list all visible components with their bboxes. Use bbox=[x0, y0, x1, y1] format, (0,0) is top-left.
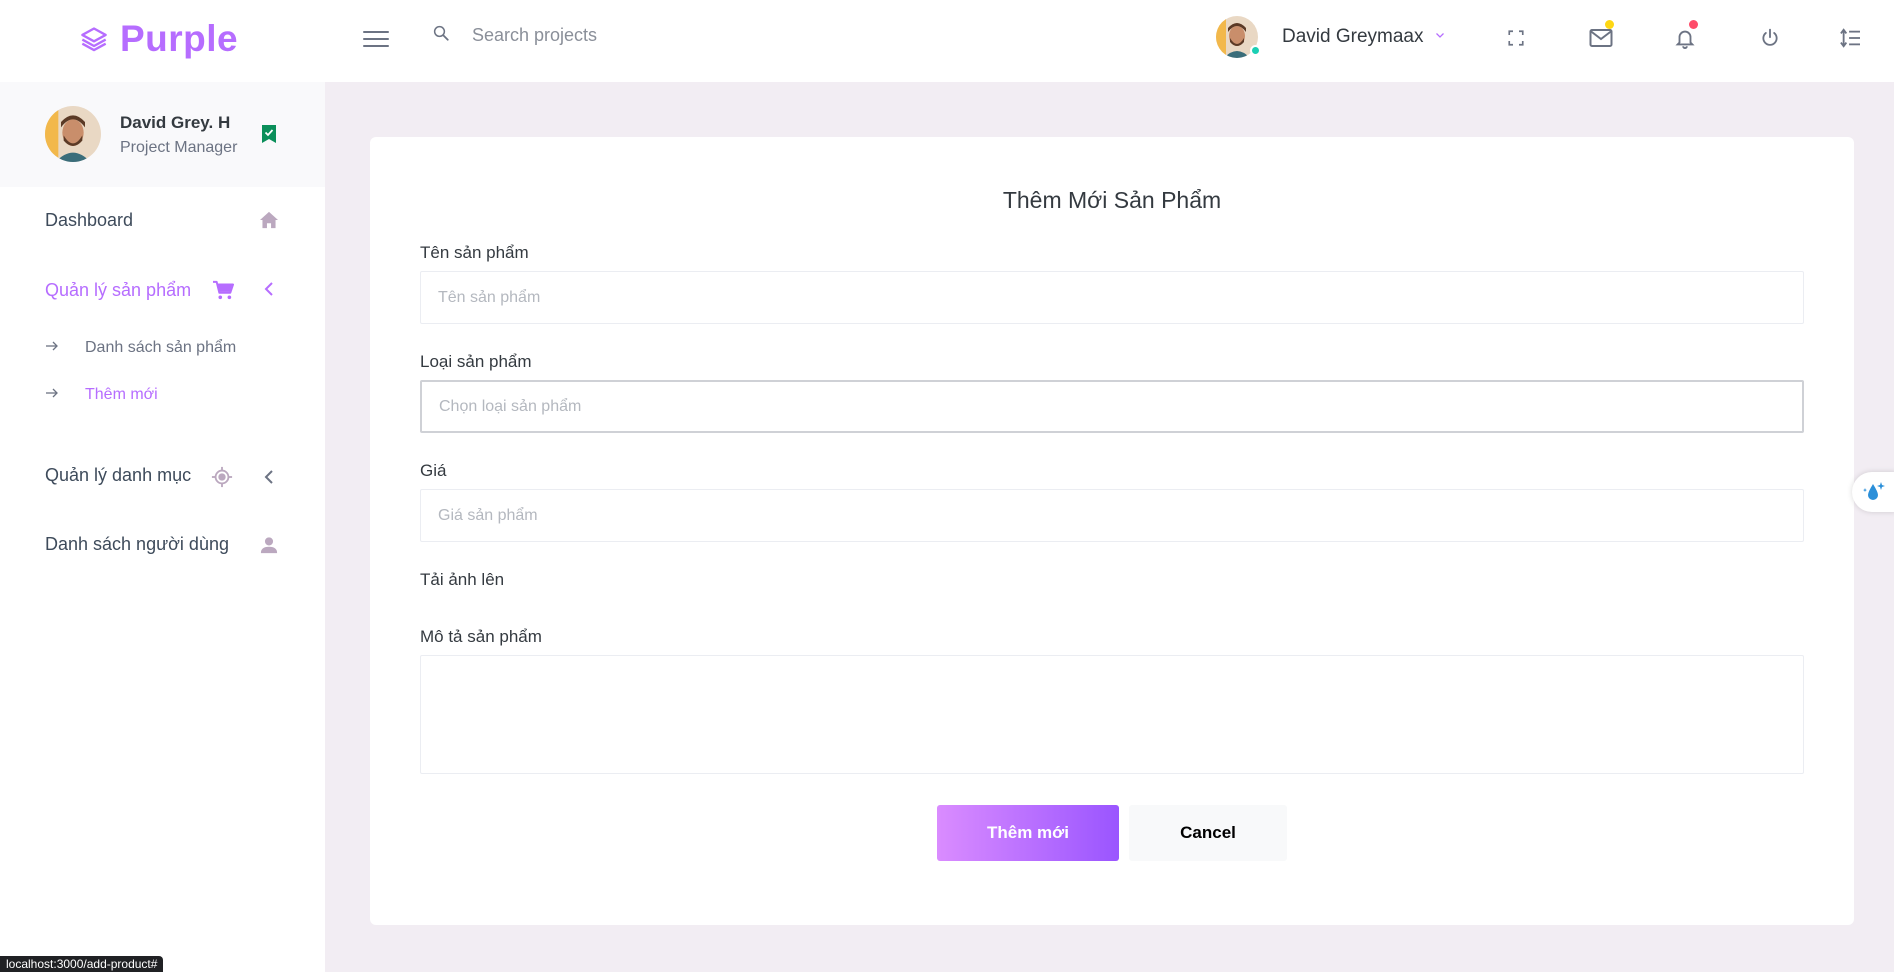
cancel-button[interactable]: Cancel bbox=[1129, 805, 1287, 861]
description-label: Mô tả sản phẩm bbox=[420, 627, 542, 646]
sidebar-profile-name: David Grey. H bbox=[120, 113, 231, 132]
user-profile-dropdown[interactable]: David Greymaax bbox=[1216, 16, 1446, 58]
home-icon bbox=[259, 211, 279, 234]
top-navbar: Purple David Greymaax bbox=[0, 0, 1894, 82]
product-name-label: Tên sản phẩm bbox=[420, 243, 529, 262]
product-type-label: Loại sản phẩm bbox=[420, 352, 532, 371]
layers-icon bbox=[80, 25, 108, 53]
description-textarea[interactable] bbox=[420, 655, 1804, 774]
upload-image-label[interactable]: Tải ảnh lên bbox=[420, 570, 504, 590]
search-bar bbox=[432, 24, 772, 47]
mail-icon[interactable] bbox=[1587, 20, 1615, 52]
browser-status-url: localhost:3000/add-product# bbox=[0, 956, 164, 972]
sidebar-item-users[interactable]: Danh sách người dùng bbox=[45, 534, 229, 555]
sidebar-subitem-add-new[interactable]: Thêm mới bbox=[45, 386, 158, 404]
power-icon[interactable] bbox=[1756, 24, 1784, 52]
sidebar-avatar bbox=[45, 106, 101, 162]
profile-name: David Greymaax bbox=[1282, 26, 1424, 47]
bookmark-check-icon bbox=[262, 125, 276, 148]
sidebar-item-label: Quản lý danh mục bbox=[45, 465, 192, 485]
arrow-right-icon bbox=[45, 386, 59, 404]
crosshairs-icon bbox=[211, 466, 233, 493]
chevron-left-icon[interactable] bbox=[263, 282, 275, 301]
online-status-dot bbox=[1250, 45, 1261, 56]
fullscreen-icon[interactable] bbox=[1502, 24, 1530, 52]
account-icon bbox=[259, 536, 279, 559]
arrow-right-icon bbox=[45, 339, 59, 357]
form-title: Thêm Mới Sản Phẩm bbox=[1002, 187, 1222, 213]
search-icon bbox=[432, 24, 450, 47]
submit-button[interactable]: Thêm mới bbox=[937, 805, 1119, 861]
cart-icon bbox=[212, 280, 234, 305]
product-name-input[interactable] bbox=[420, 271, 1804, 324]
avatar bbox=[1216, 16, 1261, 58]
sidebar: David Grey. H Project Manager Dashboard … bbox=[0, 82, 325, 972]
format-line-spacing-icon[interactable] bbox=[1836, 24, 1864, 52]
product-type-select[interactable] bbox=[420, 380, 1804, 433]
sidebar-subitem-product-list[interactable]: Danh sách sản phẩm bbox=[45, 339, 236, 357]
brand-name: Purple bbox=[120, 18, 239, 59]
chevron-left-icon[interactable] bbox=[263, 470, 275, 489]
bell-notification-dot bbox=[1689, 20, 1698, 29]
bell-icon[interactable] bbox=[1671, 20, 1699, 52]
sidebar-item-dashboard[interactable]: Dashboard bbox=[45, 210, 133, 231]
sidebar-item-product-management[interactable]: Quản lý sản phẩm bbox=[45, 280, 191, 301]
sidebar-profile[interactable]: David Grey. H Project Manager bbox=[0, 82, 325, 187]
search-input[interactable] bbox=[472, 25, 772, 46]
price-label: Giá bbox=[420, 461, 447, 480]
sidebar-subitem-label: Thêm mới bbox=[85, 386, 158, 403]
extension-droplet-icon[interactable] bbox=[1852, 472, 1894, 512]
sidebar-item-label: Dashboard bbox=[45, 210, 134, 230]
menu-toggle-icon[interactable] bbox=[363, 26, 389, 50]
sidebar-item-label: Quản lý sản phẩm bbox=[45, 280, 192, 300]
mail-notification-dot bbox=[1605, 20, 1614, 29]
price-input[interactable] bbox=[420, 489, 1804, 542]
sidebar-profile-role: Project Manager bbox=[120, 139, 238, 156]
sidebar-item-category-management[interactable]: Quản lý danh mục bbox=[45, 465, 191, 486]
chevron-down-icon bbox=[1434, 28, 1446, 46]
add-product-form-card: Thêm Mới Sản Phẩm Tên sản phẩm Loại sản … bbox=[370, 137, 1854, 925]
sidebar-item-label: Danh sách người dùng bbox=[45, 534, 229, 554]
brand-logo[interactable]: Purple bbox=[80, 18, 238, 60]
sidebar-subitem-label: Danh sách sản phẩm bbox=[85, 339, 237, 356]
